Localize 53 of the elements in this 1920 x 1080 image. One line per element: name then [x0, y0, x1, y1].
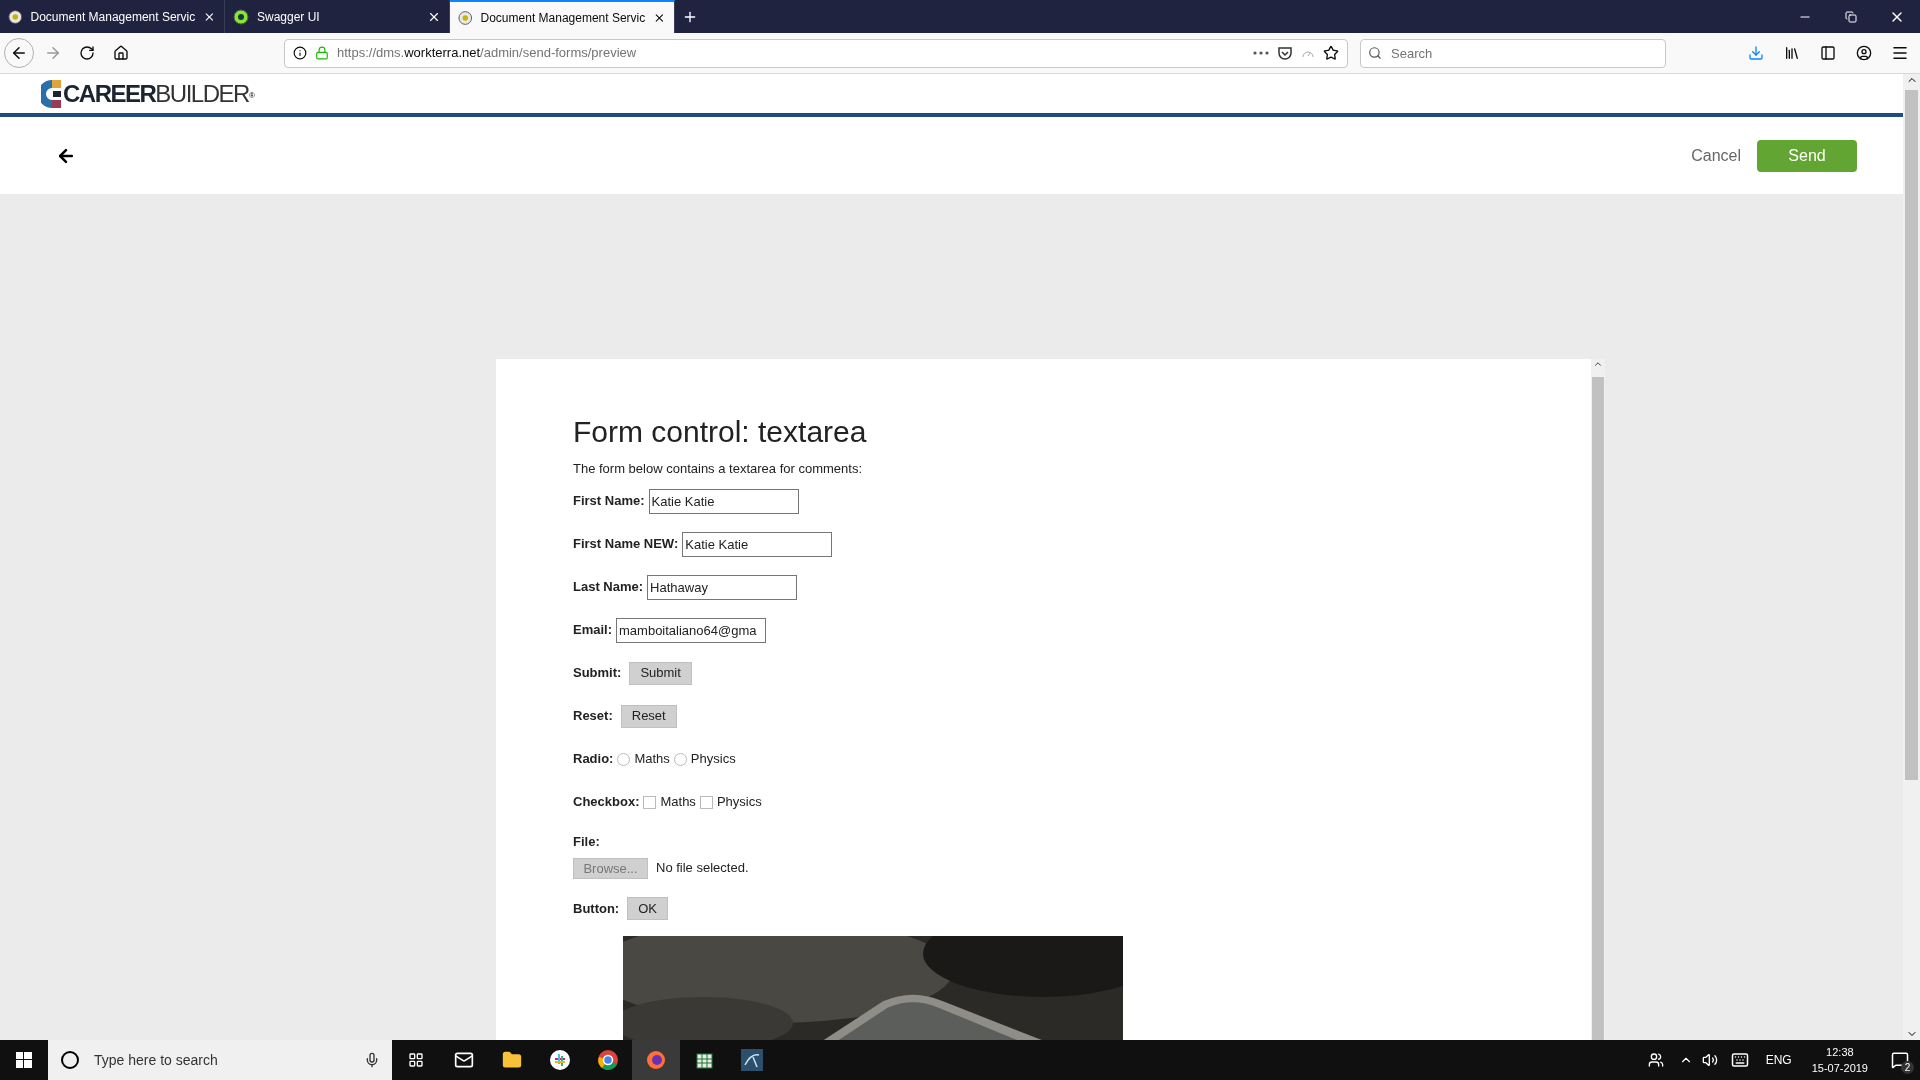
tab-title: Document Management Servic [30, 8, 196, 26]
field-label: First Name: [573, 492, 645, 511]
text-field[interactable]: Hathaway [647, 574, 798, 600]
cortana-icon [60, 1050, 80, 1070]
cancel-button[interactable]: Cancel [1691, 143, 1741, 168]
field-label: Radio: [573, 750, 614, 769]
field-label: Email: [573, 621, 612, 640]
tab-title: Swagger UI [257, 8, 321, 26]
field-label: Button: [573, 899, 620, 918]
form-heading: Form control: textarea [573, 414, 868, 450]
taskbar-search-field[interactable]: Type here to search [48, 1040, 392, 1080]
option-label: Physics [690, 750, 736, 769]
language-indicator[interactable]: ENG [1757, 1051, 1800, 1069]
logo-text: CAREERBUILDER$^{®}$ [63, 81, 254, 106]
browser-tab[interactable]: Document Management Servic [450, 0, 675, 33]
text-field[interactable]: mamboitaliano64@gma [616, 617, 766, 643]
form-button[interactable]: OK [627, 897, 668, 920]
page-scrollbar[interactable] [1903, 74, 1920, 1040]
clock-time[interactable]: 12:38 [1826, 1044, 1854, 1060]
search-icon [1368, 45, 1382, 60]
star-icon [1323, 45, 1339, 61]
microphone-icon [364, 1052, 380, 1068]
option-label: Maths [634, 750, 670, 769]
clock-date[interactable]: 15-07-2019 [1811, 1060, 1868, 1076]
more-icon[interactable] [1253, 51, 1269, 55]
checkbox[interactable] [699, 795, 713, 809]
address-bar[interactable]: https://dms.workterra.net/admin/send-forms/preview [284, 38, 1348, 68]
search-field[interactable]: Search [1360, 38, 1666, 68]
text-field[interactable]: Katie Katie [682, 531, 833, 557]
scrollbar[interactable] [1591, 359, 1605, 1040]
form-button[interactable]: Submit [629, 661, 692, 685]
field-label: Submit: [573, 664, 622, 683]
option-label: Maths [660, 793, 696, 812]
text-field[interactable]: Katie Katie [648, 488, 799, 514]
field-label: Last Name: [573, 578, 644, 597]
url-text: https://dms.workterra.net/admin/send-forms/preview [337, 44, 638, 63]
scroll-up-icon [1593, 359, 1603, 369]
option-label: Physics [716, 793, 762, 812]
notification-count: 2 [1901, 1061, 1914, 1074]
file-status: No file selected. [656, 859, 749, 878]
lock-icon [315, 46, 329, 60]
form-button[interactable]: Reset [620, 704, 677, 728]
field-label: Reset: [573, 707, 613, 726]
pocket-icon [1277, 45, 1293, 61]
intro-text: The form below contains a textarea for comments: [573, 459, 863, 478]
notification-button[interactable]: 2 [1880, 1040, 1920, 1080]
checkbox[interactable] [643, 795, 657, 809]
field-label: First Name NEW: [573, 535, 679, 554]
field-label: File: [573, 833, 601, 851]
field-label: Checkbox: [573, 793, 640, 812]
info-icon [293, 46, 307, 60]
logo-icon [41, 78, 63, 109]
tab-title: Document Management Servic [480, 9, 646, 27]
